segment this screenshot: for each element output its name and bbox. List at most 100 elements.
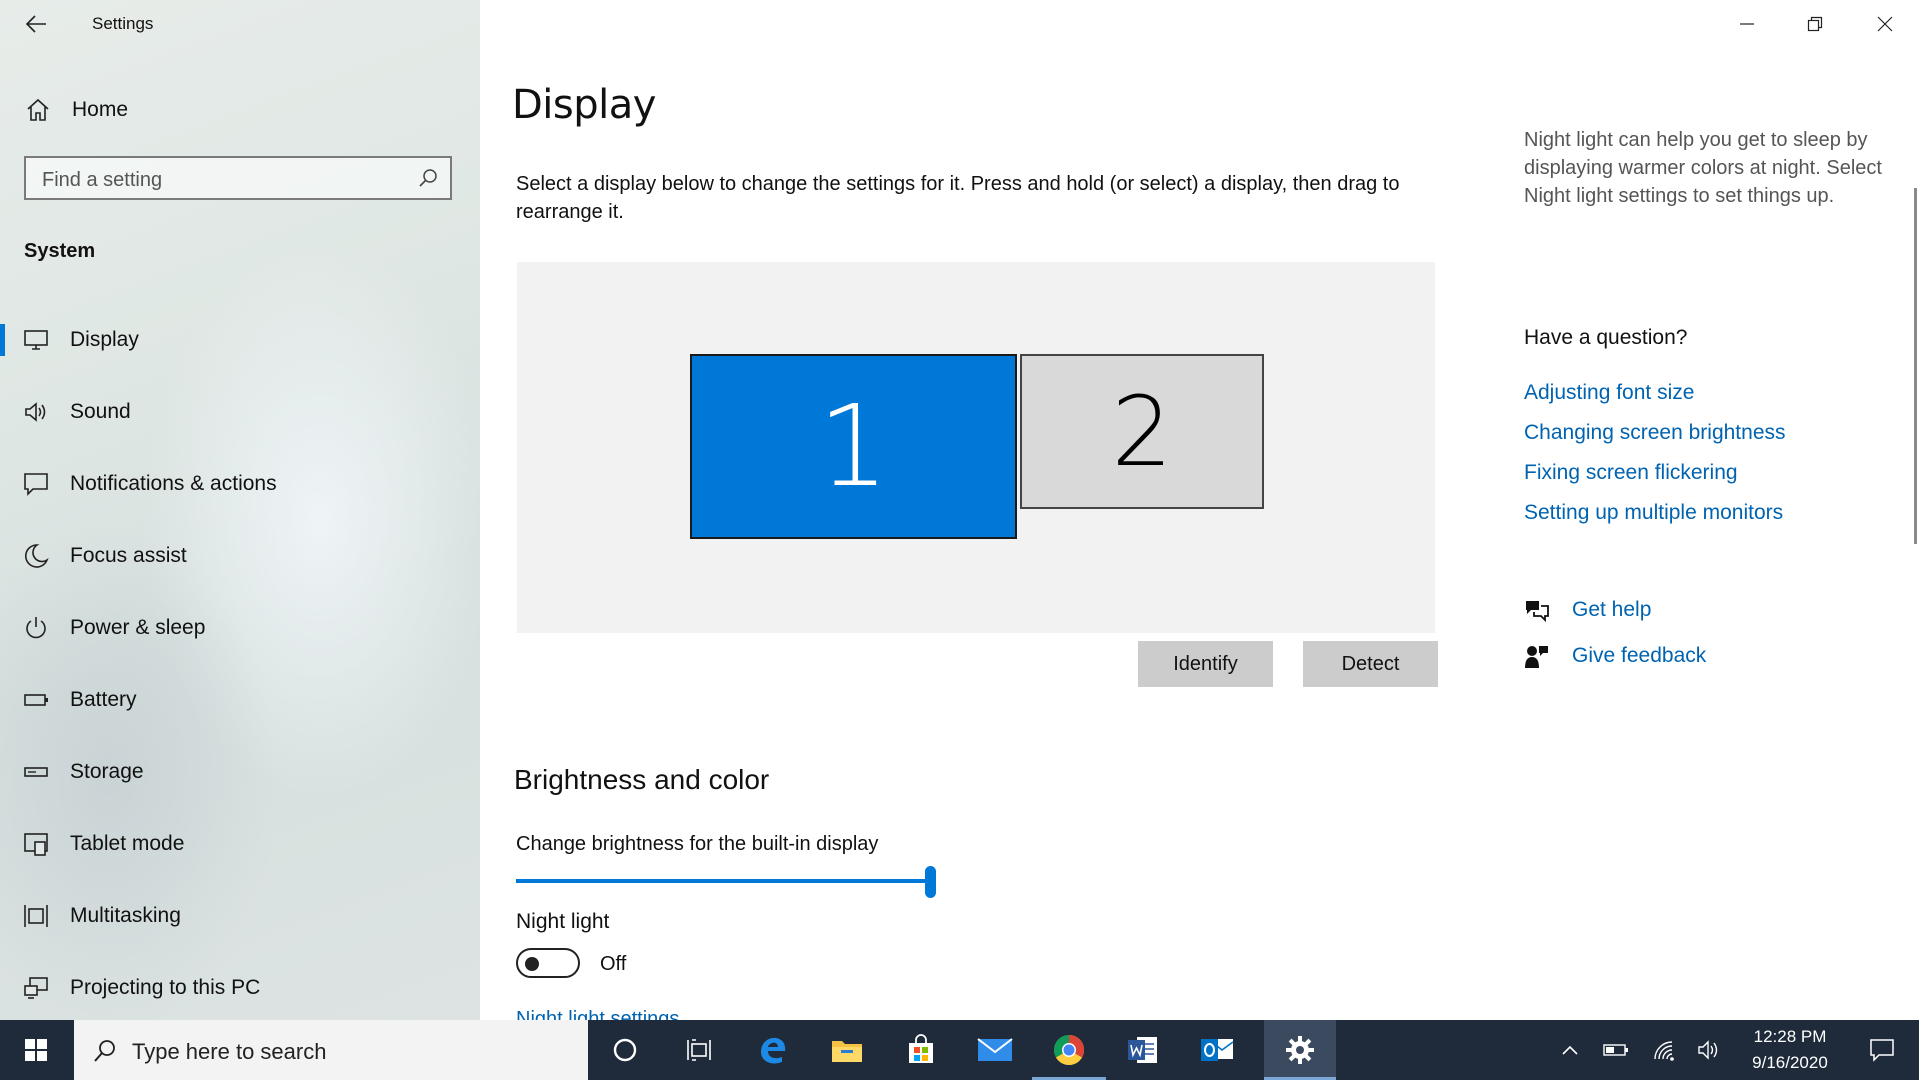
monitor-number: 2 xyxy=(1111,375,1173,488)
home-label: Home xyxy=(72,98,129,121)
sidebar-item-projecting[interactable]: Projecting to this PC xyxy=(0,960,480,1016)
selection-indicator xyxy=(0,324,5,356)
link-setting-up-multiple-monitors[interactable]: Setting up multiple monitors xyxy=(1524,501,1783,525)
sidebar-item-storage[interactable]: Storage xyxy=(0,744,480,800)
sidebar-item-label: Multitasking xyxy=(70,904,181,927)
network-tray-button[interactable] xyxy=(1644,1020,1684,1080)
link-adjusting-font-size[interactable]: Adjusting font size xyxy=(1524,381,1694,405)
title-bar-left: Settings xyxy=(0,0,480,50)
power-icon xyxy=(26,617,46,639)
detect-button[interactable]: Detect xyxy=(1303,641,1438,687)
show-hidden-icons-button[interactable] xyxy=(1552,1020,1588,1080)
get-help-link[interactable]: Get help xyxy=(1572,598,1651,622)
sidebar-item-tablet-mode[interactable]: Tablet mode xyxy=(0,816,480,872)
battery-tray-button[interactable] xyxy=(1596,1020,1636,1080)
sidebar-item-battery[interactable]: Battery xyxy=(0,672,480,728)
settings-button[interactable] xyxy=(1264,1020,1336,1080)
sidebar-item-focus-assist[interactable]: Focus assist xyxy=(0,528,480,584)
brightness-color-heading: Brightness and color xyxy=(514,764,770,795)
sidebar-item-power-sleep[interactable]: Power & sleep xyxy=(0,600,480,656)
feedback-icon xyxy=(1525,646,1548,668)
get-help-icon xyxy=(1526,601,1549,623)
chrome-button[interactable] xyxy=(1032,1020,1106,1080)
cortana-button[interactable] xyxy=(588,1020,662,1080)
tablet-icon xyxy=(24,833,48,856)
sidebar-item-label: Power & sleep xyxy=(70,616,206,639)
folder-icon xyxy=(832,1041,862,1062)
app-title: Settings xyxy=(92,14,154,33)
store-button[interactable] xyxy=(884,1020,958,1080)
sidebar-item-multitasking[interactable]: Multitasking xyxy=(0,888,480,944)
restore-icon xyxy=(1807,16,1823,32)
outlook-button[interactable] xyxy=(1180,1020,1254,1080)
find-setting-search[interactable] xyxy=(24,156,452,200)
start-button[interactable] xyxy=(0,1020,72,1080)
back-arrow-icon xyxy=(25,15,46,33)
restore-button[interactable] xyxy=(1782,0,1848,48)
task-view-button[interactable] xyxy=(662,1020,736,1080)
monitor-1-tile[interactable]: 1 xyxy=(690,354,1017,539)
taskbar-clock[interactable]: 12:28 PM 9/16/2020 xyxy=(1720,1024,1860,1076)
back-button[interactable] xyxy=(18,8,54,40)
gear-icon xyxy=(1286,1036,1314,1064)
give-feedback-link[interactable]: Give feedback xyxy=(1572,644,1706,668)
multitasking-icon xyxy=(24,905,48,927)
minimize-button[interactable] xyxy=(1714,0,1780,48)
taskbar-search-placeholder: Type here to search xyxy=(132,1039,327,1064)
word-icon xyxy=(1128,1037,1157,1063)
chevron-up-icon xyxy=(1562,1045,1578,1055)
scrollbar[interactable] xyxy=(1914,188,1917,544)
link-changing-screen-brightness[interactable]: Changing screen brightness xyxy=(1524,421,1786,445)
clock-time: 12:28 PM xyxy=(1753,1027,1827,1046)
sidebar-item-display[interactable]: Display xyxy=(0,312,480,368)
sidebar-item-label: Storage xyxy=(70,760,144,783)
word-button[interactable] xyxy=(1106,1020,1180,1080)
sidebar-item-label: Notifications & actions xyxy=(70,472,277,495)
windows-logo-icon xyxy=(25,1039,47,1061)
sidebar-item-label: Projecting to this PC xyxy=(70,976,261,999)
have-a-question-heading: Have a question? xyxy=(1524,326,1688,349)
slider-fill xyxy=(516,879,930,883)
brightness-slider[interactable] xyxy=(516,866,936,898)
outlook-icon xyxy=(1201,1039,1234,1061)
search-icon xyxy=(94,1040,115,1062)
home-icon xyxy=(27,98,49,121)
close-icon xyxy=(1877,16,1893,32)
main-content: Display Select a display below to change… xyxy=(480,0,1919,1020)
night-light-note-clip: Night light can help you get to sleep by… xyxy=(1524,130,1904,250)
night-light-label: Night light xyxy=(516,910,610,933)
action-center-button[interactable] xyxy=(1852,1020,1912,1080)
sidebar: Settings Home System Display Sound Notif… xyxy=(0,0,480,1020)
display-description: Select a display below to change the set… xyxy=(516,173,1400,223)
mail-button[interactable] xyxy=(958,1020,1032,1080)
toggle-knob xyxy=(525,957,539,971)
cortana-icon xyxy=(613,1038,637,1062)
monitor-2-tile[interactable]: 2 xyxy=(1020,354,1264,509)
file-explorer-button[interactable] xyxy=(810,1020,884,1080)
link-fixing-screen-flickering[interactable]: Fixing screen flickering xyxy=(1524,461,1738,485)
night-light-state: Off xyxy=(600,953,627,975)
sidebar-item-label: Sound xyxy=(70,400,131,423)
display-arrangement-area[interactable]: 1 2 xyxy=(517,262,1435,633)
minimize-icon xyxy=(1740,23,1754,25)
night-light-note: Night light can help you get to sleep by… xyxy=(1524,130,1882,207)
home-nav-item[interactable]: Home xyxy=(0,90,480,130)
find-setting-input[interactable] xyxy=(40,166,404,194)
night-light-settings-link[interactable]: Night light settings xyxy=(516,1006,679,1020)
search-icon[interactable] xyxy=(418,168,438,188)
projecting-icon xyxy=(24,977,48,999)
sidebar-item-sound[interactable]: Sound xyxy=(0,384,480,440)
battery-icon xyxy=(1603,1044,1628,1056)
slider-thumb[interactable] xyxy=(925,866,936,898)
monitor-icon xyxy=(24,330,48,350)
sidebar-item-label: Display xyxy=(70,328,139,351)
clock-date: 9/16/2020 xyxy=(1752,1053,1828,1072)
edge-button[interactable] xyxy=(736,1020,810,1080)
monitor-number: 1 xyxy=(817,381,890,512)
sidebar-item-label: Tablet mode xyxy=(70,832,185,855)
identify-button[interactable]: Identify xyxy=(1138,641,1273,687)
night-light-toggle[interactable] xyxy=(516,948,580,978)
taskbar-search-box[interactable]: Type here to search xyxy=(74,1020,588,1080)
close-button[interactable] xyxy=(1852,0,1918,48)
sidebar-item-notifications[interactable]: Notifications & actions xyxy=(0,456,480,512)
